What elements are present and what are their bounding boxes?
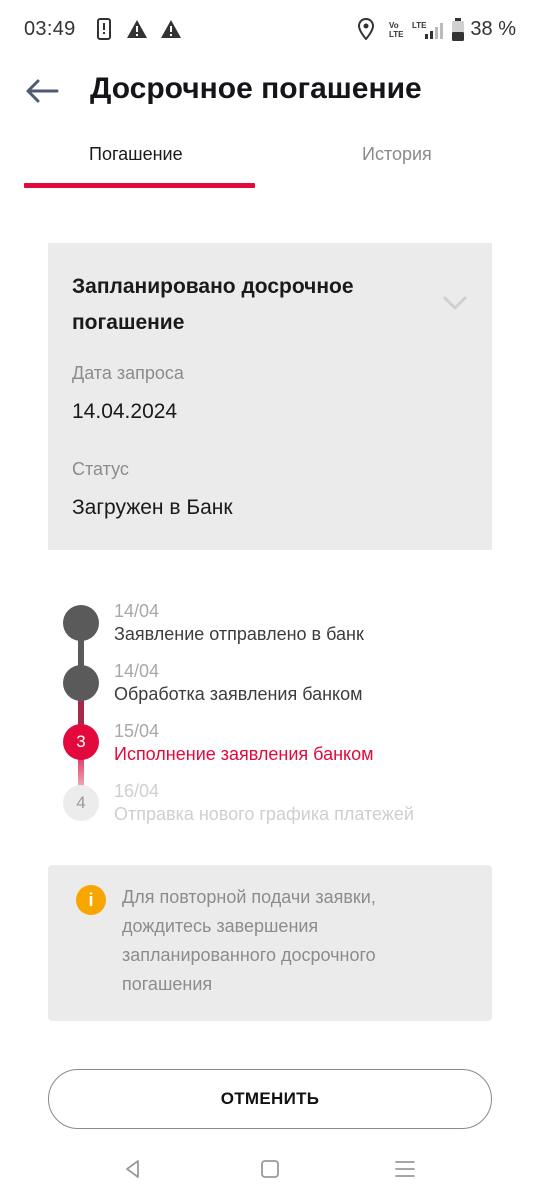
timeline-step-4-dot: 4 <box>63 785 99 821</box>
expand-card-button[interactable] <box>442 293 468 313</box>
menu-lines-icon <box>395 1161 415 1177</box>
location-icon <box>357 17 375 45</box>
triangle-back-icon <box>126 1160 139 1178</box>
page-title: Досрочное погашение <box>90 72 422 105</box>
volte-label-top: Vo <box>389 21 399 30</box>
card-title: Запланировано досрочное погашение <box>72 275 354 334</box>
active-tab-indicator <box>24 183 255 188</box>
warning-icon <box>126 19 148 44</box>
timeline-step-1-dot <box>63 605 99 641</box>
timeline-step-4-text: Отправка нового графика платежей <box>114 804 414 824</box>
back-button[interactable] <box>22 74 62 108</box>
system-nav-bar <box>0 1140 540 1200</box>
tab-history[interactable]: История <box>362 144 432 165</box>
info-icon: i <box>76 885 106 915</box>
timeline-step-2-dot <box>63 665 99 701</box>
nav-back-button[interactable] <box>113 1154 153 1184</box>
status-label: Статус <box>72 459 129 479</box>
timeline-step-4-date: 16/04 <box>114 781 160 801</box>
timeline-step-2-date: 14/04 <box>114 661 160 681</box>
warning-icon <box>160 19 182 44</box>
info-notice: i Для повторной подачи заявки, дождитесь… <box>48 865 492 1021</box>
timeline-step-3-text: Исполнение заявления банком <box>114 744 374 764</box>
nav-home-button[interactable] <box>250 1154 290 1184</box>
repayment-info-card: Запланировано досрочное погашение Дата з… <box>48 243 492 550</box>
status-bar: 03:49 Vo LTE LTE 38 % <box>0 0 540 62</box>
nav-menu-button[interactable] <box>385 1154 425 1184</box>
square-home-icon <box>261 1160 279 1178</box>
signal-icon <box>424 22 444 45</box>
sim-alert-icon <box>97 18 111 45</box>
status-time: 03:49 <box>24 18 76 40</box>
timeline-step-3-dot: 3 <box>63 724 99 760</box>
status-value: Загружен в Банк <box>72 496 233 519</box>
arrow-left-icon <box>26 79 59 103</box>
request-date-value: 14.04.2024 <box>72 400 178 423</box>
timeline-step-2-text: Обработка заявления банком <box>114 684 363 704</box>
volte-label-bottom: LTE <box>389 30 404 39</box>
cancel-button[interactable]: ОТМЕНИТЬ <box>48 1069 492 1129</box>
tab-repayment[interactable]: Погашение <box>89 144 183 165</box>
timeline-step-1-date: 14/04 <box>114 601 160 621</box>
chevron-down-icon <box>443 296 467 310</box>
battery-percent: 38 % <box>470 18 516 40</box>
battery-icon <box>451 18 465 47</box>
request-date-label: Дата запроса <box>72 363 184 383</box>
timeline-step-3-date: 15/04 <box>114 721 160 741</box>
timeline-step-1-text: Заявление отправлено в банк <box>114 624 364 644</box>
notice-text: Для повторной подачи заявки, дождитесь з… <box>122 887 376 994</box>
progress-timeline: 14/04 Заявление отправлено в банк 14/04 … <box>0 590 540 840</box>
